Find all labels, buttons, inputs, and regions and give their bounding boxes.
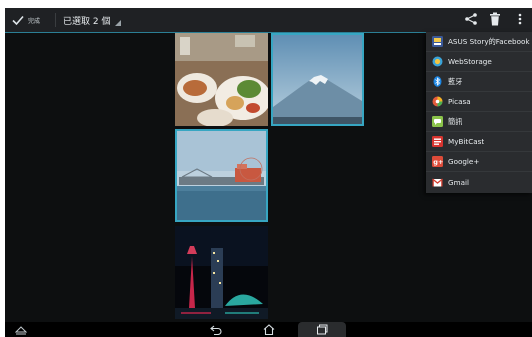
- share-option-label: 藍牙: [448, 76, 463, 86]
- share-option-label: Gmail: [448, 177, 469, 187]
- selection-count-dropdown[interactable]: 已選取 2 個: [63, 13, 122, 27]
- share-option-label: Picasa: [448, 97, 471, 106]
- done-button[interactable]: 完成: [11, 12, 40, 28]
- done-label: 完成: [28, 17, 41, 25]
- gallery-screen: 完成 已選取 2 個 ASUS Story的Facebook WebStorag…: [5, 8, 532, 337]
- trash-icon[interactable]: [489, 12, 501, 26]
- chevron-up-icon[interactable]: [15, 324, 27, 335]
- caret-icon: [115, 20, 122, 26]
- share-option-bluetooth[interactable]: 藍牙: [426, 72, 532, 92]
- share-menu: ASUS Story的Facebook WebStorage 藍牙 Picasa…: [426, 32, 532, 193]
- recents-icon: [317, 324, 328, 335]
- photo-thumbnail-night-tower[interactable]: [175, 226, 268, 319]
- recents-button[interactable]: [298, 322, 346, 337]
- back-icon[interactable]: [210, 324, 222, 335]
- photo-thumbnail-harbor[interactable]: [175, 129, 268, 222]
- share-option-messaging[interactable]: 簡訊: [426, 112, 532, 132]
- photo-thumbnail-mountain[interactable]: [271, 33, 364, 126]
- webstorage-icon: [432, 56, 443, 67]
- mybitcast-icon: [432, 136, 443, 147]
- share-option-label: 簡訊: [448, 116, 463, 126]
- share-option-asus-story[interactable]: ASUS Story的Facebook: [426, 32, 532, 52]
- gmail-icon: [432, 177, 443, 186]
- action-bar: 完成 已選取 2 個: [5, 8, 532, 33]
- share-option-label: ASUS Story的Facebook: [448, 36, 530, 46]
- share-option-google-plus[interactable]: g+ Google+: [426, 152, 532, 172]
- action-bar-divider: [55, 13, 56, 27]
- svg-text:g+: g+: [433, 158, 443, 166]
- share-option-label: Google+: [448, 157, 480, 166]
- share-option-mybitcast[interactable]: MyBitCast: [426, 132, 532, 152]
- more-vert-icon[interactable]: [516, 12, 524, 26]
- picasa-icon: [432, 96, 443, 107]
- share-option-picasa[interactable]: Picasa: [426, 92, 532, 112]
- home-icon[interactable]: [263, 324, 275, 335]
- share-option-label: MyBitCast: [448, 137, 485, 146]
- share-option-webstorage[interactable]: WebStorage: [426, 52, 532, 72]
- selection-count-label: 已選取 2 個: [63, 16, 111, 27]
- share-option-label: WebStorage: [448, 57, 492, 66]
- photo-thumbnail-food[interactable]: [175, 33, 268, 126]
- messaging-icon: [432, 116, 443, 127]
- share-icon[interactable]: [464, 12, 478, 26]
- google-plus-icon: g+: [432, 156, 443, 167]
- navigation-bar: [5, 322, 532, 337]
- asus-story-icon: [432, 36, 443, 47]
- bluetooth-icon: [433, 76, 442, 87]
- share-option-gmail[interactable]: Gmail: [426, 172, 532, 192]
- check-icon: [12, 15, 24, 26]
